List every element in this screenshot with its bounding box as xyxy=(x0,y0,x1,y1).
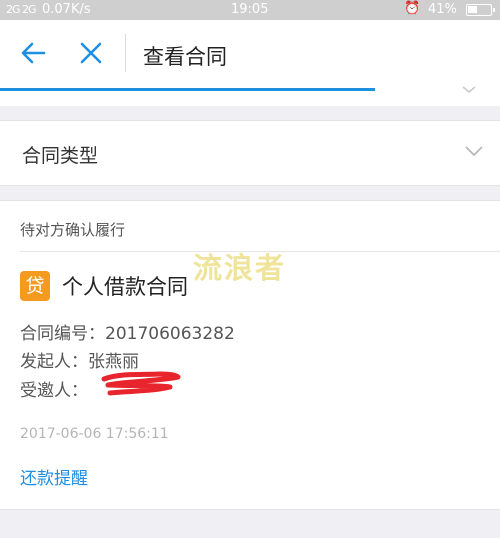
close-icon[interactable] xyxy=(78,40,104,66)
page-title: 查看合同 xyxy=(143,45,227,69)
status-bar: 2G 2G 0.07K/s 19:05 ⏰ 41% xyxy=(0,0,500,20)
battery-fill xyxy=(468,6,477,13)
network-speed: 0.07K/s xyxy=(42,2,91,17)
alarm-icon: ⏰ xyxy=(404,1,421,16)
watermark: 流浪者 xyxy=(193,251,287,285)
chevron-down-icon xyxy=(462,86,476,93)
invitee: 受邀人： xyxy=(20,376,88,401)
back-arrow-icon[interactable] xyxy=(18,38,48,68)
clock: 19:05 xyxy=(231,2,269,17)
contract-name[interactable]: 个人借款合同 xyxy=(62,271,188,301)
progress-bar-fill xyxy=(0,88,375,91)
repayment-reminder-link[interactable]: 还款提醒 xyxy=(20,464,88,489)
top-nav-bar: 查看合同 xyxy=(0,20,500,86)
page-load-progress xyxy=(0,86,500,106)
contract-number: 合同编号：201706063282 xyxy=(20,324,235,344)
nav-divider xyxy=(125,34,126,72)
battery-icon xyxy=(466,4,495,16)
contract-card: 待对方确认履行 流浪者 贷 个人借款合同 合同编号：201706063282 发… xyxy=(0,200,500,510)
battery-percent: 41% xyxy=(428,2,457,17)
loan-icon: 贷 xyxy=(20,271,50,301)
chevron-down-icon xyxy=(465,146,483,157)
contract-status: 待对方确认履行 xyxy=(20,221,126,239)
redaction-scribble xyxy=(101,371,181,396)
contract-type-selector[interactable]: 合同类型 xyxy=(0,120,500,186)
contract-type-label: 合同类型 xyxy=(22,145,99,167)
timestamp: 2017-06-06 17:56:11 xyxy=(20,426,169,442)
signal-indicator: 2G 2G xyxy=(6,3,37,16)
invitee-label: 受邀人： xyxy=(20,381,88,401)
